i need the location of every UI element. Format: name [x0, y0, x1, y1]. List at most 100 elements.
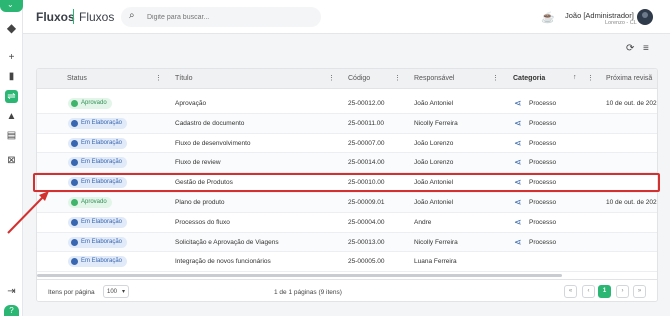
filter-icon[interactable]: ≡ — [643, 43, 649, 54]
status-badge: Em Elaboração — [68, 137, 128, 149]
sidebar: ⌄ ◆ + ▮ ⇌ ▲ ▤ ⊠ ⇥ ? — [0, 0, 23, 316]
search-box[interactable]: ⌕ — [121, 7, 321, 27]
page-button-current[interactable]: 1 — [598, 285, 611, 298]
items-per-page-label: Itens por página — [48, 289, 95, 296]
cell-code: 25-00014.00 — [348, 159, 385, 167]
page-title: Fluxos — [36, 10, 75, 24]
cell-category: Processo — [529, 139, 557, 147]
table-row[interactable]: Em Elaboração Cadastro de documento 25-000… — [37, 113, 657, 134]
column-menu-icon[interactable]: ⋮ — [155, 74, 162, 82]
page-subtitle: Fluxos — [79, 10, 115, 24]
table-row[interactable]: Em Elaboração Processos do fluxo 25-00004.… — [37, 213, 657, 233]
status-label: Em Elaboração — [81, 258, 123, 265]
column-menu-icon[interactable]: ⋮ — [587, 74, 594, 82]
plus-icon[interactable]: + — [5, 51, 18, 64]
column-header-owner[interactable]: Responsável — [414, 75, 454, 82]
cell-title: Fluxo de desenvolvimento — [175, 139, 251, 147]
table-header: Status ⋮ Título ⋮ Código ⋮ Responsável ⋮… — [37, 69, 657, 89]
edit-icon — [71, 258, 78, 266]
cell-title: Aprovação — [175, 100, 207, 107]
cell-owner: João Lorenzo — [414, 159, 454, 167]
previous-page-button[interactable]: ‹ — [582, 285, 595, 298]
column-header-next-review[interactable]: Próxima revisã — [606, 75, 652, 82]
help-icon[interactable]: ? — [4, 305, 19, 316]
status-badge: Em Elaboração — [68, 117, 128, 129]
pagination-info: 1 de 1 páginas (9 itens) — [274, 289, 342, 296]
items-per-page-value: 100 — [107, 289, 118, 295]
sort-ascending-icon[interactable]: ↑ — [573, 74, 577, 81]
avatar[interactable] — [637, 9, 653, 25]
document-icon[interactable]: ▤ — [5, 129, 18, 142]
cell-category: Processo — [529, 199, 557, 206]
cell-owner: João Antoniel — [414, 100, 454, 107]
status-label: Em Elaboração — [81, 119, 123, 126]
cell-next-review: 10 de out. de 202 — [606, 100, 657, 107]
edit-icon — [71, 218, 78, 226]
title-divider — [73, 9, 74, 24]
coffee-icon[interactable]: ☕ — [541, 11, 555, 24]
cell-title: Processos do fluxo — [175, 218, 230, 226]
first-page-button[interactable]: « — [564, 285, 577, 298]
column-menu-icon[interactable]: ⋮ — [394, 74, 401, 82]
cell-title: Cadastro de documento — [175, 119, 245, 127]
table-row[interactable]: Aprovado Plano de produto 25-00009.01 João … — [37, 193, 657, 213]
column-header-category[interactable]: Categoria — [513, 75, 545, 82]
share-icon: ⋖ — [514, 216, 522, 227]
table-row[interactable]: Em Elaboração Fluxo de review 25-00014.00 J… — [37, 153, 657, 174]
annotation-arrow — [7, 191, 49, 234]
cell-owner: Andre — [414, 218, 432, 226]
cell-code: 25-00007.00 — [348, 139, 385, 147]
cell-owner: Luana Ferreira — [414, 258, 457, 266]
table-row[interactable]: Em Elaboração Fluxo de desenvolvimento 25-… — [37, 134, 657, 154]
cell-owner: João Lorenzo — [414, 139, 454, 147]
search-icon: ⌕ — [129, 10, 135, 21]
dashboard-icon[interactable]: ▮ — [5, 70, 18, 83]
search-input[interactable] — [147, 10, 312, 24]
edit-icon — [71, 159, 78, 167]
flow-icon[interactable]: ⇌ — [5, 90, 18, 103]
column-menu-icon[interactable]: ⋮ — [328, 74, 335, 82]
share-icon: ⋖ — [514, 98, 522, 108]
horizontal-scrollbar[interactable] — [37, 274, 562, 277]
table-row[interactable]: Aprovado Aprovação 25-00012.00 João Antonie… — [37, 94, 657, 114]
user-name[interactable]: João [Administrador] — [565, 11, 634, 20]
grid-icon[interactable]: ⊠ — [5, 154, 18, 167]
top-header: Fluxos Fluxos ⌕ ☕ João [Administrador] L… — [23, 0, 670, 34]
share-icon: ⋖ — [514, 236, 522, 247]
items-per-page-select[interactable]: 100 ▾ — [103, 285, 129, 298]
cell-code: 25-00005.00 — [348, 258, 385, 266]
cell-owner: Nicolly Ferreira — [414, 238, 458, 246]
cell-code: 25-00009.01 — [348, 199, 385, 206]
sitemap-icon[interactable]: ▲ — [5, 110, 18, 123]
cell-code: 25-00013.00 — [348, 238, 385, 246]
status-badge: Em Elaboração — [68, 256, 128, 268]
status-badge: Aprovado — [68, 98, 112, 109]
column-menu-icon[interactable]: ⋮ — [492, 74, 499, 82]
cell-title: Integração de novos funcionários — [175, 258, 271, 266]
last-page-button[interactable]: » — [633, 285, 646, 298]
cell-category: Processo — [529, 159, 557, 167]
collapse-menu-button[interactable]: ⌄ — [0, 0, 23, 12]
table-row[interactable]: Em Elaboração Solicitação e Aprovação de … — [37, 232, 657, 253]
cell-owner: João Antoniel — [414, 199, 454, 206]
status-label: Aprovado — [81, 100, 107, 106]
refresh-icon[interactable]: ⟳ — [626, 43, 634, 54]
column-header-title[interactable]: Título — [175, 75, 193, 82]
table-row[interactable]: Em Elaboração Integração de novos funcion… — [37, 252, 657, 273]
logo-icon[interactable]: ◆ — [5, 22, 18, 35]
status-badge: Aprovado — [68, 197, 112, 208]
cell-title: Plano de produto — [175, 199, 225, 206]
column-header-code[interactable]: Código — [348, 75, 370, 82]
chevron-down-icon: ⌄ — [7, 0, 14, 9]
cell-category: Processo — [529, 238, 557, 246]
user-organization: Lorenzo - CL — [605, 20, 637, 26]
chevron-down-icon: ▾ — [121, 289, 125, 295]
status-label: Em Elaboração — [81, 139, 123, 146]
cell-code: 25-00011.00 — [348, 119, 385, 127]
check-icon — [71, 199, 78, 206]
cell-owner: Nicolly Ferreira — [414, 119, 458, 127]
collapse-icon[interactable]: ⇥ — [5, 285, 18, 298]
status-label: Em Elaboração — [81, 159, 123, 166]
next-page-button[interactable]: › — [616, 285, 629, 298]
column-header-status[interactable]: Status — [67, 75, 87, 82]
